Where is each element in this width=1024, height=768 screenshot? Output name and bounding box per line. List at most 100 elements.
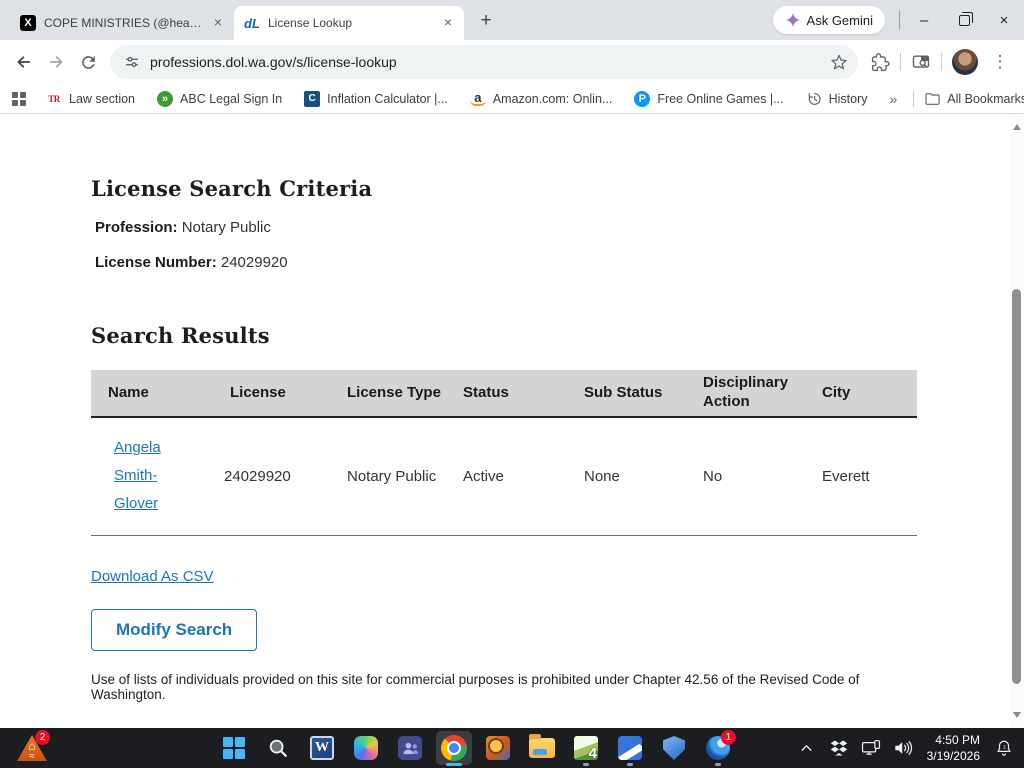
teams-button[interactable] bbox=[388, 728, 432, 768]
cell-status: Active bbox=[446, 417, 561, 535]
movie-maker-button[interactable] bbox=[476, 728, 520, 768]
bookmark-law-section[interactable]: TR Law section bbox=[46, 91, 135, 107]
tray-dropbox-button[interactable] bbox=[825, 728, 853, 768]
tray-show-hidden-icons-button[interactable] bbox=[793, 728, 821, 768]
web-page: License Search Criteria Profession: Nota… bbox=[0, 114, 1024, 728]
chrome-button[interactable] bbox=[432, 728, 476, 768]
profile-avatar[interactable] bbox=[952, 49, 978, 75]
amazon-icon: a bbox=[470, 91, 486, 106]
bookmark-label: Inflation Calculator |... bbox=[327, 92, 448, 106]
tab-license-lookup[interactable]: dL License Lookup × bbox=[234, 6, 464, 40]
licensee-name-link[interactable]: Angela Smith-Glover bbox=[114, 434, 178, 518]
license-number-label: License Number: bbox=[95, 254, 217, 271]
search-panel-button[interactable] bbox=[905, 46, 937, 78]
bookmark-history[interactable]: History bbox=[806, 91, 868, 107]
col-header-license-type: License Type bbox=[330, 370, 446, 417]
browser-window: X COPE MINISTRIES (@heal247) / × dL Lice… bbox=[0, 0, 1024, 768]
x-twitter-favicon: X bbox=[20, 15, 36, 31]
apps-grid-icon[interactable] bbox=[12, 92, 26, 106]
window-controls-divider bbox=[899, 10, 900, 30]
movie-maker-icon bbox=[486, 736, 510, 760]
tab-title: COPE MINISTRIES (@heal247) / bbox=[44, 16, 202, 30]
start-button[interactable] bbox=[212, 728, 256, 768]
bookmarks-divider bbox=[913, 91, 914, 107]
table-row: Angela Smith-Glover 24029920 Notary Publ… bbox=[91, 417, 917, 535]
word-icon: W bbox=[310, 736, 334, 760]
page-search-icon bbox=[911, 52, 931, 72]
bookmark-amazon[interactable]: a Amazon.com: Onlin... bbox=[470, 91, 613, 106]
tray-notifications-button[interactable]: z bbox=[990, 728, 1018, 768]
windows-start-icon bbox=[223, 737, 245, 759]
tab-cope-ministries[interactable]: X COPE MINISTRIES (@heal247) / × bbox=[10, 6, 234, 40]
photos-app-button[interactable]: 4 bbox=[564, 728, 608, 768]
download-csv-link[interactable]: Download As CSV bbox=[91, 568, 214, 585]
copilot-icon bbox=[354, 736, 378, 760]
new-tab-button[interactable]: + bbox=[472, 7, 500, 35]
back-button[interactable] bbox=[8, 46, 40, 78]
tab-close-icon[interactable]: × bbox=[440, 15, 456, 31]
taskbar-search-button[interactable] bbox=[256, 728, 300, 768]
edge-button[interactable]: 1 bbox=[696, 728, 740, 768]
running-app-indicator bbox=[715, 763, 721, 766]
bookmark-label: History bbox=[829, 92, 868, 106]
forward-button[interactable] bbox=[40, 46, 72, 78]
col-header-license: License bbox=[207, 370, 330, 417]
tray-clock[interactable]: 4:50 PM 3/19/2026 bbox=[921, 732, 986, 764]
cell-license-type: Notary Public bbox=[330, 417, 446, 535]
toolbar-divider bbox=[941, 53, 942, 71]
close-window-button[interactable]: × bbox=[984, 0, 1024, 40]
tray-volume-button[interactable] bbox=[889, 728, 917, 768]
restore-button[interactable] bbox=[944, 0, 984, 40]
reload-button[interactable] bbox=[72, 46, 104, 78]
bookmark-inflation-calculator[interactable]: C Inflation Calculator |... bbox=[304, 91, 448, 107]
modify-search-button[interactable]: Modify Search bbox=[91, 609, 257, 651]
scrollbar-down-arrow[interactable] bbox=[1013, 712, 1021, 718]
minimize-button[interactable]: – bbox=[904, 0, 944, 40]
all-bookmarks-button[interactable]: All Bookmarks bbox=[924, 91, 1024, 107]
cast-display-icon bbox=[861, 739, 881, 757]
bookmarks-bar: TR Law section » ABC Legal Sign In C Inf… bbox=[0, 84, 1024, 114]
forward-arrow-icon bbox=[46, 52, 66, 72]
chrome-icon bbox=[441, 735, 467, 761]
url-text[interactable]: professions.dol.wa.gov/s/license-lookup bbox=[150, 54, 820, 70]
bookmark-star-icon[interactable] bbox=[830, 53, 848, 71]
page-scrollbar[interactable] bbox=[1010, 114, 1024, 728]
scrollbar-up-arrow[interactable] bbox=[1013, 124, 1021, 130]
col-header-disciplinary-action: Disciplinary Action bbox=[686, 370, 799, 417]
bookmark-abc-legal[interactable]: » ABC Legal Sign In bbox=[157, 91, 282, 107]
weather-widget-button[interactable]: 2 bbox=[10, 728, 54, 768]
extensions-button[interactable] bbox=[864, 46, 896, 78]
running-app-indicator bbox=[627, 763, 633, 766]
tab-close-icon[interactable]: × bbox=[210, 15, 226, 31]
license-number-value: 24029920 bbox=[221, 254, 288, 271]
cell-disciplinary-action: No bbox=[686, 417, 799, 535]
address-bar[interactable]: professions.dol.wa.gov/s/license-lookup bbox=[110, 45, 858, 79]
security-app-button[interactable] bbox=[652, 728, 696, 768]
inflation-calculator-icon: C bbox=[304, 91, 320, 107]
bookmark-label: Free Online Games |... bbox=[657, 92, 783, 106]
scrollbar-thumb[interactable] bbox=[1012, 289, 1021, 684]
file-explorer-button[interactable] bbox=[520, 728, 564, 768]
license-number-line: License Number: 24029920 bbox=[95, 254, 914, 271]
tab-strip: X COPE MINISTRIES (@heal247) / × dL Lice… bbox=[0, 0, 1024, 40]
bookmark-label: ABC Legal Sign In bbox=[180, 92, 282, 106]
snipping-tool-button[interactable] bbox=[608, 728, 652, 768]
bookmark-free-online-games[interactable]: P Free Online Games |... bbox=[634, 91, 783, 107]
page-content: License Search Criteria Profession: Nota… bbox=[0, 114, 1024, 702]
chevron-up-icon bbox=[800, 742, 813, 755]
col-header-sub-status: Sub Status bbox=[561, 370, 686, 417]
clock-time: 4:50 PM bbox=[927, 732, 980, 748]
dropbox-icon bbox=[830, 740, 848, 756]
ask-gemini-button[interactable]: Ask Gemini bbox=[773, 6, 885, 34]
browser-menu-button[interactable]: ⋮ bbox=[984, 46, 1016, 78]
word-button[interactable]: W bbox=[300, 728, 344, 768]
copilot-button[interactable] bbox=[344, 728, 388, 768]
dol-favicon: dL bbox=[244, 15, 260, 31]
tray-cast-button[interactable] bbox=[857, 728, 885, 768]
col-header-city: City bbox=[799, 370, 917, 417]
bookmarks-overflow-button[interactable]: » bbox=[889, 91, 897, 107]
history-clock-icon bbox=[806, 91, 822, 107]
notification-badge: 1 bbox=[721, 730, 736, 745]
teams-icon bbox=[398, 736, 422, 760]
thomson-reuters-icon: TR bbox=[46, 91, 62, 107]
